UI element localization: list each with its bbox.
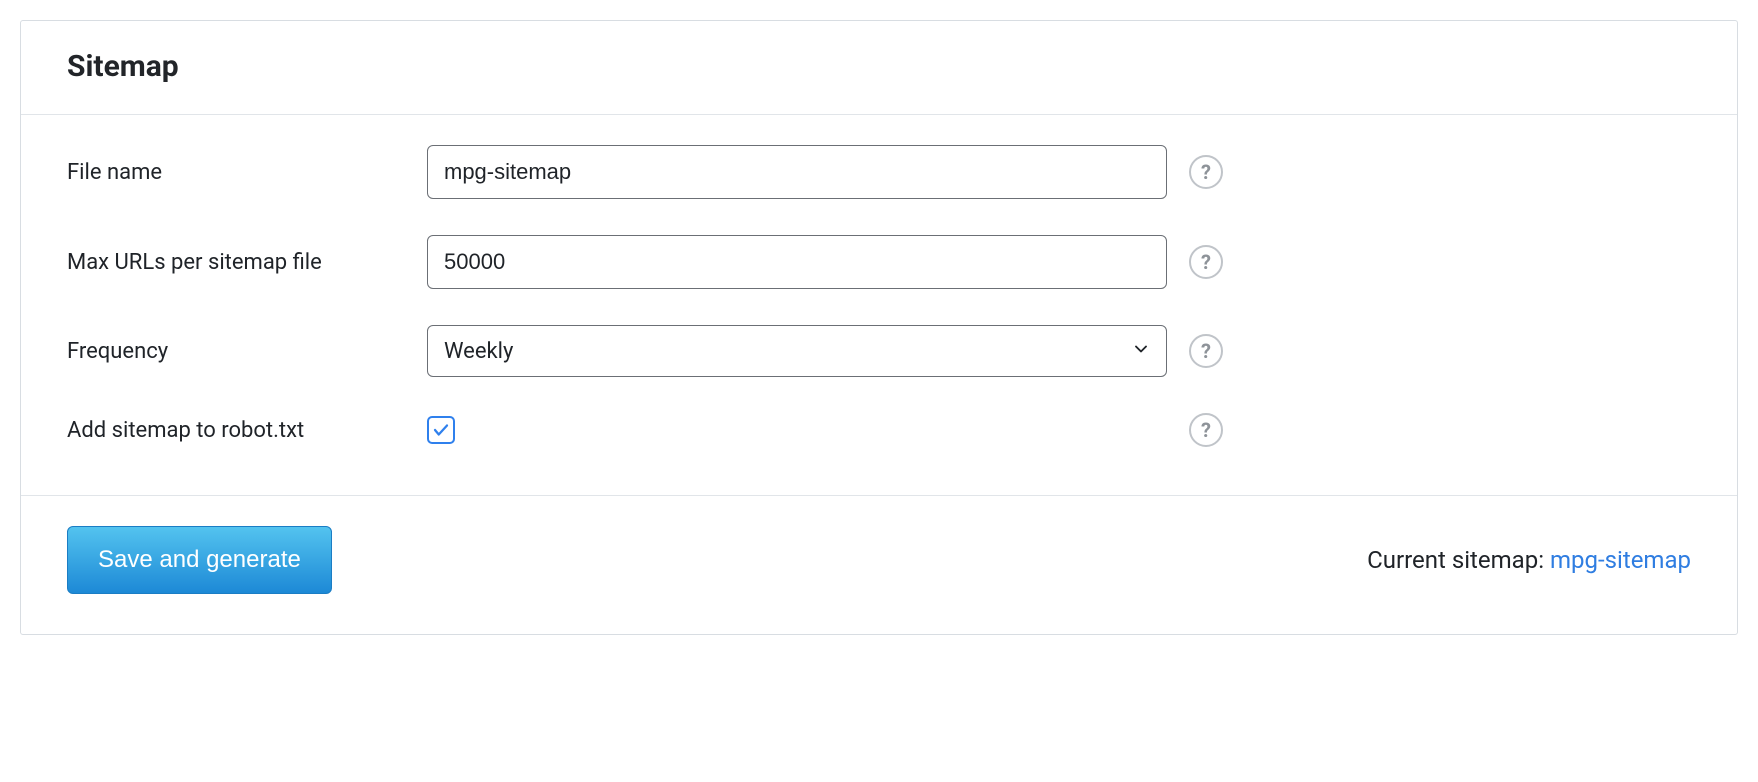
- file-name-control: [427, 145, 1167, 199]
- panel-body: File name ? Max URLs per sitemap file ? …: [21, 115, 1737, 495]
- frequency-select[interactable]: Weekly: [427, 325, 1167, 377]
- robots-checkbox[interactable]: [427, 416, 455, 444]
- row-max-urls: Max URLs per sitemap file ?: [67, 235, 1691, 289]
- file-name-label: File name: [67, 160, 427, 185]
- current-sitemap-text: Current sitemap: mpg-sitemap: [1367, 546, 1691, 574]
- file-name-input[interactable]: [427, 145, 1167, 199]
- help-icon[interactable]: ?: [1189, 155, 1223, 189]
- frequency-label: Frequency: [67, 339, 427, 364]
- panel-footer: Save and generate Current sitemap: mpg-s…: [21, 495, 1737, 634]
- row-file-name: File name ?: [67, 145, 1691, 199]
- current-sitemap-link[interactable]: mpg-sitemap: [1550, 546, 1691, 574]
- check-icon: [432, 421, 450, 439]
- row-robots: Add sitemap to robot.txt ?: [67, 413, 1691, 447]
- max-urls-label: Max URLs per sitemap file: [67, 250, 427, 275]
- help-icon[interactable]: ?: [1189, 334, 1223, 368]
- panel-header: Sitemap: [21, 21, 1737, 115]
- row-frequency: Frequency Weekly ?: [67, 325, 1691, 377]
- robots-control: [427, 416, 1167, 444]
- save-generate-button[interactable]: Save and generate: [67, 526, 332, 594]
- help-icon[interactable]: ?: [1189, 245, 1223, 279]
- max-urls-input[interactable]: [427, 235, 1167, 289]
- sitemap-panel: Sitemap File name ? Max URLs per sitemap…: [20, 20, 1738, 635]
- current-sitemap-label: Current sitemap:: [1367, 546, 1550, 574]
- robots-label: Add sitemap to robot.txt: [67, 418, 427, 443]
- page-title: Sitemap: [67, 49, 1691, 84]
- help-icon[interactable]: ?: [1189, 413, 1223, 447]
- max-urls-control: [427, 235, 1167, 289]
- frequency-control: Weekly: [427, 325, 1167, 377]
